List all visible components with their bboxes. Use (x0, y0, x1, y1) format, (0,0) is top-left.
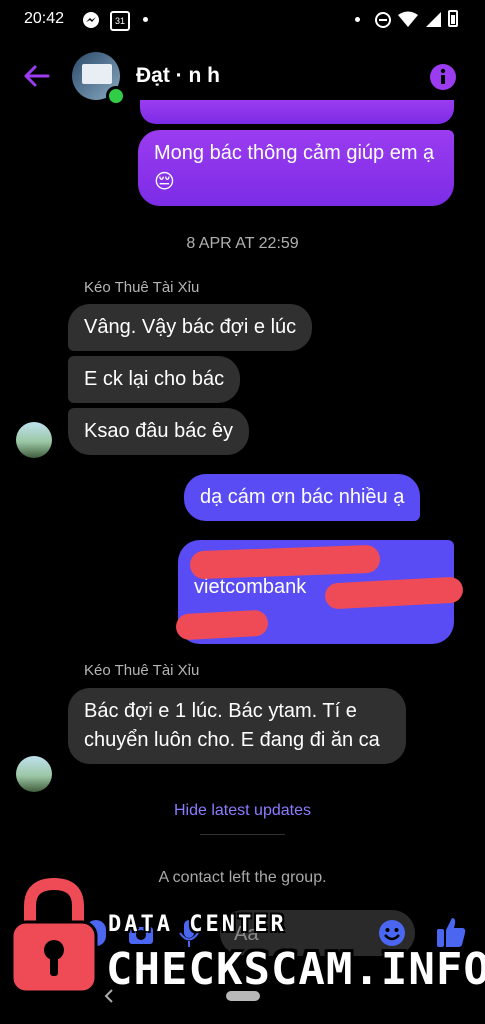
watermark-line-2: CHECKSCAM.INFO (106, 944, 485, 995)
messenger-icon (83, 12, 99, 28)
outgoing-message[interactable]: dạ cám ơn bác nhiều ạ (184, 474, 421, 521)
lock-icon (10, 877, 98, 994)
sender-avatar[interactable] (16, 422, 52, 458)
message-timestamp: 8 APR AT 22:59 (186, 235, 299, 252)
emoji-icon[interactable] (378, 919, 406, 947)
status-time: 20:42 (24, 10, 65, 27)
incoming-message[interactable]: E ck lại cho bác (68, 356, 241, 403)
sender-name: Kéo Thuê Tài Xỉu (84, 662, 200, 679)
bank-name-text: vietcombank (194, 576, 307, 598)
hide-updates-link[interactable]: Hide latest updates (0, 802, 485, 820)
incoming-message[interactable]: Vâng. Vậy bác đợi e lúc (68, 304, 313, 351)
online-status-dot (106, 86, 126, 106)
contact-name[interactable]: Đạt · n h (136, 64, 220, 88)
nav-back-icon[interactable] (102, 988, 116, 1004)
sender-avatar[interactable] (16, 756, 52, 792)
signal-icon (426, 12, 441, 27)
sender-name: Kéo Thuê Tài Xỉu (84, 279, 200, 296)
divider (200, 834, 285, 835)
do-not-disturb-icon (375, 12, 391, 28)
watermark-line-1: DATA CENTER (108, 912, 287, 937)
wifi-icon (398, 11, 418, 27)
nav-home-pill[interactable] (226, 991, 260, 1001)
info-icon[interactable] (430, 64, 456, 90)
incoming-message[interactable]: Ksao đâu bác êy (68, 408, 249, 455)
back-arrow-icon[interactable] (22, 64, 50, 88)
status-bar: 20:42 31 (0, 0, 485, 38)
previous-outgoing-bubble (140, 100, 454, 124)
outgoing-message[interactable]: Mong bác thông cảm giúp em ạ 😔 (138, 130, 454, 206)
dot-icon (143, 17, 148, 22)
incoming-message[interactable]: Bác đợi e 1 lúc. Bác ytam. Tí e chuyển l… (68, 688, 406, 764)
notification-dot-icon (355, 17, 360, 22)
calendar-icon: 31 (110, 11, 130, 31)
redaction-scribble (175, 609, 269, 641)
battery-icon (448, 10, 458, 27)
